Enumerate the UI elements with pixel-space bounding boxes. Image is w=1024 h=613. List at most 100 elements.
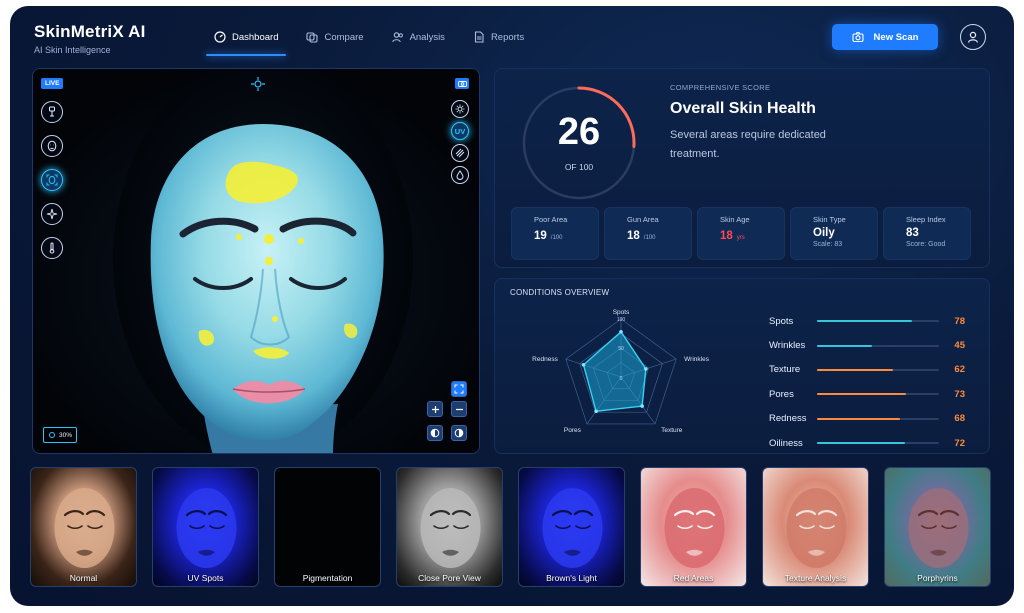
metric-skin-age[interactable]: Skin Age 18 yrs bbox=[697, 207, 785, 260]
metric-label: Poor Area bbox=[534, 215, 568, 224]
condition-row[interactable]: Redness 68 bbox=[769, 407, 969, 431]
condition-bar-fill bbox=[817, 320, 913, 323]
nav-label: Reports bbox=[490, 31, 525, 43]
split-circle-icon bbox=[454, 428, 464, 438]
light-mode-tool[interactable] bbox=[451, 100, 469, 118]
face-probe-tool[interactable] bbox=[41, 101, 63, 123]
metric-value: 83 bbox=[906, 227, 919, 239]
condition-value: 73 bbox=[954, 388, 965, 400]
viewer-controls bbox=[427, 401, 467, 441]
thumbnail-label: Texture Analysis bbox=[784, 573, 847, 583]
radar-axis-label: Pores bbox=[564, 427, 582, 434]
condition-value: 45 bbox=[954, 340, 965, 352]
score-scale: OF 100 bbox=[564, 162, 594, 172]
zoom-value: 30% bbox=[59, 431, 73, 439]
condition-row[interactable]: Oiliness 72 bbox=[769, 431, 969, 455]
metric-value-wrap: 19/100 bbox=[534, 230, 598, 242]
contrast-button[interactable] bbox=[427, 425, 443, 441]
condition-bar-fill bbox=[817, 442, 905, 445]
nav-label: Compare bbox=[324, 31, 364, 43]
metric-gun-area[interactable]: Gun Area 18/100 bbox=[604, 207, 692, 260]
texture-mode-tool[interactable] bbox=[451, 144, 469, 162]
radar-data-point bbox=[644, 367, 648, 371]
face-scan-tool[interactable] bbox=[41, 169, 63, 191]
condition-bar-track bbox=[817, 417, 939, 420]
thumbnail-card[interactable]: Pigmentation bbox=[274, 467, 381, 587]
condition-row[interactable]: Texture 62 bbox=[769, 358, 969, 382]
radar-axis-label: Texture bbox=[661, 427, 683, 434]
compare-icon bbox=[306, 32, 319, 43]
condition-label: Spots bbox=[769, 315, 794, 327]
nav-reports[interactable]: Reports bbox=[459, 24, 538, 50]
moisture-mode-tool[interactable] bbox=[451, 166, 469, 184]
split-view-button[interactable] bbox=[451, 425, 467, 441]
condition-row[interactable]: Pores 73 bbox=[769, 382, 969, 406]
live-badge: LIVE bbox=[41, 78, 64, 89]
thumbnail-face-image bbox=[908, 488, 969, 568]
metric-sleep-index[interactable]: Sleep Index 83 Score: Good bbox=[883, 207, 971, 260]
thumbnail-face-image bbox=[664, 488, 725, 568]
users-icon bbox=[391, 32, 403, 43]
thumbnail-card[interactable]: Porphyrins bbox=[884, 467, 991, 587]
thumbnail-face-image bbox=[786, 488, 847, 568]
fullscreen-button[interactable] bbox=[451, 381, 467, 397]
condition-bar-track bbox=[817, 442, 939, 445]
metric-value: 18 bbox=[720, 230, 733, 242]
zoom-in-button[interactable] bbox=[427, 401, 443, 417]
radar-axis-label: Spots bbox=[613, 309, 630, 316]
metric-poor-area[interactable]: Poor Area 19/100 bbox=[511, 207, 599, 260]
condition-bar-track bbox=[817, 368, 939, 371]
condition-bar-fill bbox=[817, 393, 907, 396]
sparkle-icon bbox=[46, 208, 58, 220]
thumbnail-card[interactable]: UV Spots bbox=[152, 467, 259, 587]
user-icon bbox=[967, 31, 979, 43]
metric-row: Poor Area 19/100 Gun Area 18/100 Skin Ag… bbox=[511, 207, 971, 260]
thumbnail-card[interactable]: Close Pore View bbox=[396, 467, 503, 587]
face-mesh-icon bbox=[47, 140, 57, 152]
face-probe-icon bbox=[49, 106, 55, 117]
expand-icon bbox=[454, 384, 464, 394]
thumbnail-card[interactable]: Brown's Light bbox=[518, 467, 625, 587]
viewer-left-toolbar bbox=[41, 101, 63, 259]
temperature-tool[interactable] bbox=[41, 237, 63, 259]
new-scan-button[interactable]: New Scan bbox=[832, 24, 938, 50]
thumbnail-card[interactable]: Normal bbox=[30, 467, 137, 587]
thumbnail-face-image bbox=[542, 488, 603, 568]
face-viewer[interactable]: LIVE UV 30% bbox=[32, 68, 480, 454]
thumbnail-card[interactable]: Red Areas bbox=[640, 467, 747, 587]
thumbnail-label: UV Spots bbox=[187, 573, 224, 583]
focus-target-icon[interactable] bbox=[251, 77, 265, 96]
uv-mode-tool[interactable]: UV bbox=[451, 122, 469, 140]
metric-value-wrap: 83 bbox=[906, 227, 970, 239]
radar-data-point bbox=[594, 409, 598, 414]
radar-data-point bbox=[619, 329, 623, 334]
condition-value: 72 bbox=[954, 437, 965, 449]
radar-series-area bbox=[582, 330, 647, 413]
document-icon bbox=[474, 31, 484, 43]
zoom-indicator[interactable]: 30% bbox=[43, 427, 78, 443]
metric-unit: yrs bbox=[736, 235, 745, 241]
nav-compare[interactable]: Compare bbox=[292, 24, 377, 50]
zoom-out-button[interactable] bbox=[451, 401, 467, 417]
metric-value: 19 bbox=[534, 230, 547, 242]
metric-label: Gun Area bbox=[627, 215, 659, 224]
condition-row[interactable]: Wrinkles 45 bbox=[769, 333, 969, 357]
user-profile-button[interactable] bbox=[960, 24, 986, 50]
metric-skin-type[interactable]: Skin Type Oily Scale: 83 bbox=[790, 207, 878, 260]
nav-dashboard[interactable]: Dashboard bbox=[200, 24, 292, 56]
nav-analysis[interactable]: Analysis bbox=[378, 24, 459, 50]
thumbnail-face-image bbox=[176, 488, 237, 568]
thumbnail-label: Red Areas bbox=[673, 573, 714, 583]
zoom-target-icon bbox=[49, 432, 55, 438]
enhance-tool[interactable] bbox=[41, 203, 63, 225]
metric-unit: /100 bbox=[550, 235, 563, 241]
new-scan-label: New Scan bbox=[873, 31, 919, 43]
camera-badge-icon[interactable] bbox=[455, 78, 469, 89]
condition-value: 68 bbox=[954, 413, 965, 425]
condition-label: Texture bbox=[769, 364, 801, 376]
condition-row[interactable]: Spots 78 bbox=[769, 309, 969, 333]
face-mesh-tool[interactable] bbox=[41, 135, 63, 157]
thumbnail-card[interactable]: Texture Analysis bbox=[762, 467, 869, 587]
app-title: SkinMetriX AI bbox=[34, 22, 146, 41]
metric-value: Oily bbox=[813, 227, 835, 239]
